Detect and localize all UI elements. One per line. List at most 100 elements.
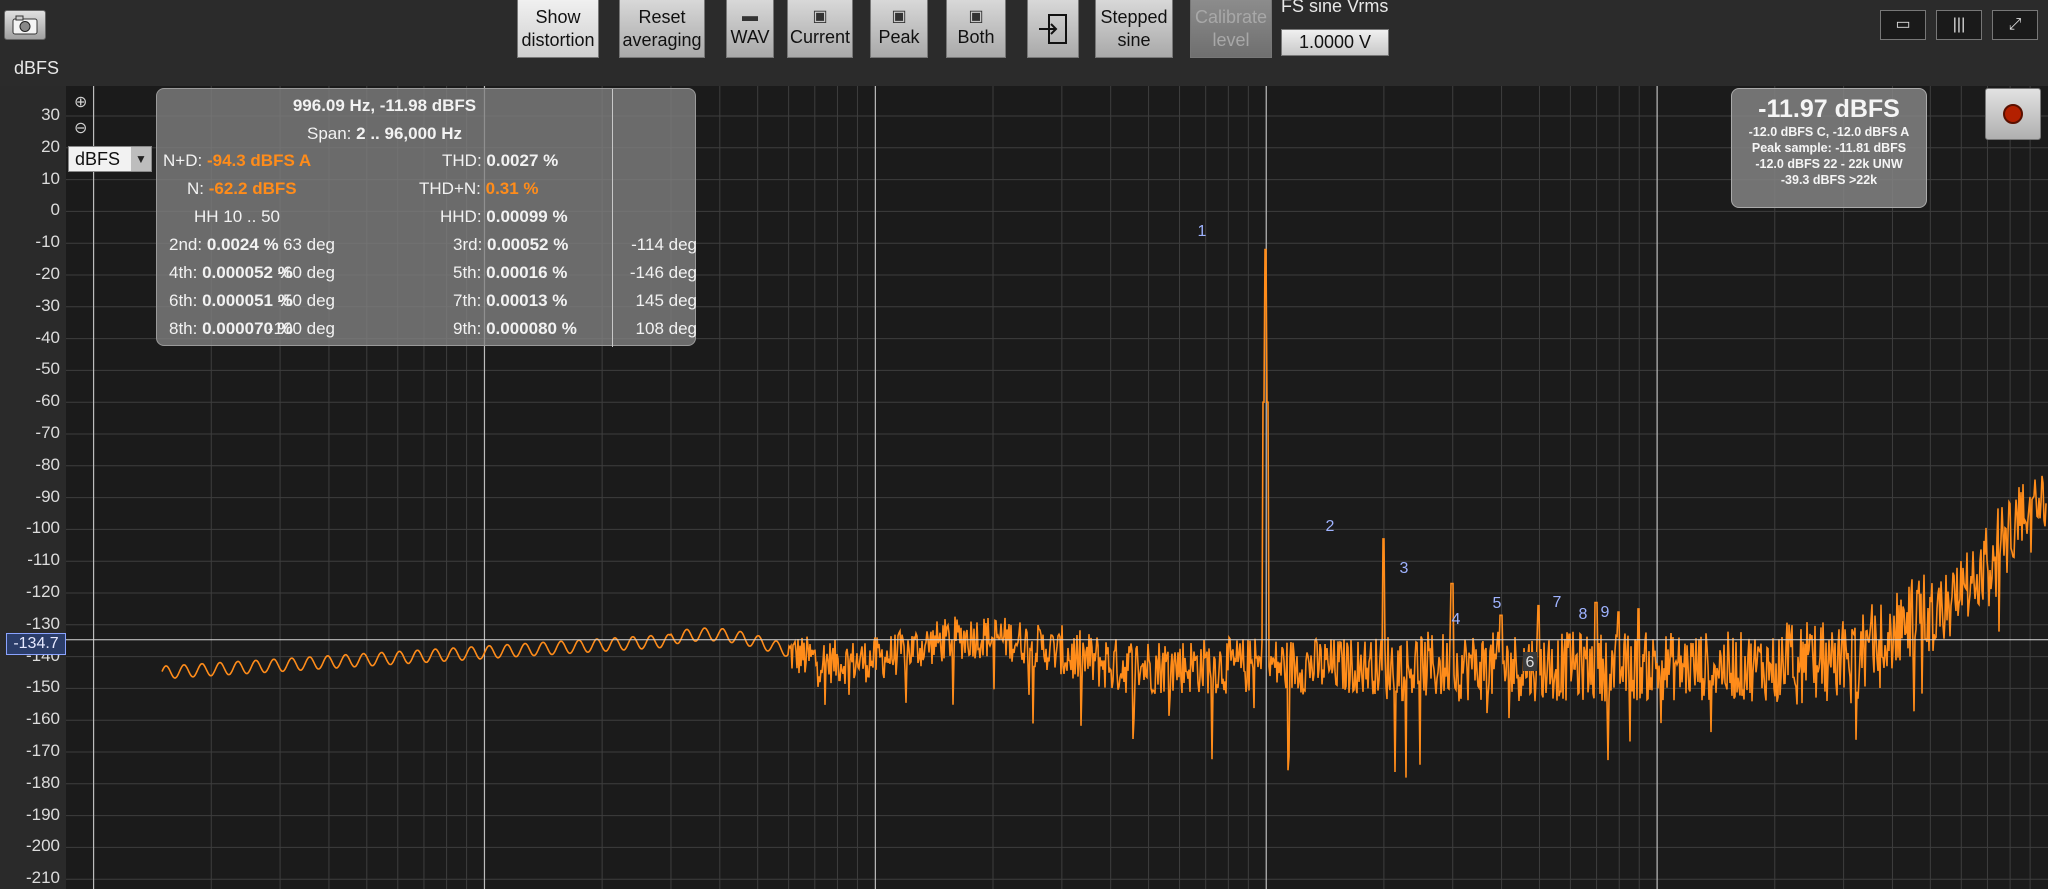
noise-row: N: -62.2 dBFS bbox=[187, 179, 297, 199]
y-tick-label: -210 bbox=[25, 868, 60, 888]
y-tick-label: 30 bbox=[41, 105, 60, 124]
harmonic-phase: 63 deg bbox=[283, 235, 335, 254]
harmonic-marker-2: 2 bbox=[1326, 518, 1335, 535]
camera-icon[interactable] bbox=[4, 10, 46, 40]
harmonic-phase: -146 deg bbox=[629, 263, 697, 282]
thdn-label: THD+N: bbox=[419, 179, 481, 198]
y-tick-label: -60 bbox=[35, 391, 60, 411]
cursor-readout[interactable]: -134.7 bbox=[6, 633, 66, 655]
zoom-out-icon[interactable]: ⊖ bbox=[74, 118, 87, 138]
unit-select[interactable]: dBFS ▼ bbox=[68, 146, 152, 172]
y-tick-label: -180 bbox=[25, 772, 60, 792]
thd-value: 0.0027 % bbox=[486, 151, 559, 170]
show-distortion-button[interactable]: Show distortion bbox=[517, 0, 599, 58]
y-tick-label: -40 bbox=[35, 327, 60, 347]
reset-averaging-label-1: Reset bbox=[638, 6, 686, 27]
wav-button[interactable]: ▬ WAV bbox=[726, 0, 774, 58]
harmonic-percent: 0.00052 % bbox=[487, 235, 569, 254]
record-button[interactable] bbox=[1985, 88, 2041, 140]
level-line-1: -12.0 dBFS C, -12.0 dBFS A bbox=[1748, 125, 1910, 139]
fs-sine-label: FS sine Vrms bbox=[1281, 0, 1389, 16]
toolbar: Show distortion Reset averaging ▬ WAV ▣ … bbox=[0, 0, 2048, 86]
y-tick-label: 10 bbox=[41, 168, 60, 188]
y-axis-unit: dBFS bbox=[14, 58, 60, 78]
fs-sine-input[interactable]: 1.0000 V bbox=[1281, 29, 1389, 56]
hhd-row: HHD: 0.00099 % bbox=[440, 207, 568, 227]
wav-label: WAV bbox=[730, 27, 770, 47]
harmonic-marker-3: 3 bbox=[1400, 560, 1409, 577]
harmonic-phase: -100 deg bbox=[267, 319, 335, 338]
input-arrow-icon bbox=[1039, 13, 1067, 44]
wav-icon: ▬ bbox=[742, 8, 758, 25]
input-select-button[interactable] bbox=[1027, 0, 1079, 58]
reset-averaging-button[interactable]: Reset averaging bbox=[619, 0, 705, 58]
harmonic-label: 8th: bbox=[169, 319, 203, 338]
fullscreen-icon[interactable]: ⤢ bbox=[1992, 10, 2038, 40]
harmonic-label: 3rd: bbox=[453, 235, 488, 254]
nd-value: -94.3 dBFS A bbox=[206, 151, 312, 170]
level-main: -11.97 dBFS bbox=[1758, 95, 1900, 123]
harmonic-label: 9th: bbox=[453, 319, 487, 338]
nd-label: N+D: bbox=[163, 151, 203, 170]
harmonic-marker-1: 1 bbox=[1198, 223, 1207, 240]
thdn-value: 0.31 % bbox=[485, 179, 539, 198]
harmonic-value: 9th: 0.000080 % bbox=[453, 319, 577, 339]
y-tick-label: -10 bbox=[35, 232, 60, 252]
span-label: Span: bbox=[306, 124, 352, 143]
current-label: Current bbox=[789, 27, 851, 47]
y-tick-label: -20 bbox=[35, 264, 60, 283]
window-mode-icon[interactable]: ▭ bbox=[1880, 10, 1926, 40]
grid-layout-icon[interactable]: ||| bbox=[1936, 10, 1982, 40]
y-tick-label: -100 bbox=[25, 518, 60, 538]
level-panel: -11.97 dBFS -12.0 dBFS C, -12.0 dBFS A P… bbox=[1731, 88, 1927, 208]
span-row: Span: 2 .. 96,000 Hz bbox=[157, 124, 612, 144]
thd-row: THD: 0.0027 % bbox=[442, 151, 558, 171]
y-tick-label: -70 bbox=[35, 423, 60, 442]
harmonic-percent: 0.00016 % bbox=[486, 263, 568, 282]
level-line-2: Peak sample: -11.81 dBFS bbox=[1751, 141, 1907, 155]
harmonic-marker-6: 6 bbox=[1526, 654, 1535, 671]
harmonic-percent: 0.000080 % bbox=[486, 319, 577, 338]
harmonic-marker-9: 9 bbox=[1601, 604, 1610, 621]
show-distortion-label-2: distortion bbox=[521, 29, 595, 50]
peak-label: Peak bbox=[878, 27, 920, 47]
y-tick-label: -90 bbox=[35, 486, 60, 506]
stepped-sine-label-2: sine bbox=[1117, 29, 1151, 50]
y-tick-label: -200 bbox=[25, 836, 60, 856]
y-tick-label: 20 bbox=[41, 136, 60, 156]
hh-range: HH 10 .. 50 bbox=[194, 207, 280, 226]
fundamental-readout: 996.09 Hz, -11.98 dBFS bbox=[292, 96, 477, 115]
harmonic-marker-7: 7 bbox=[1553, 594, 1562, 611]
y-tick-label: -170 bbox=[25, 741, 60, 760]
reset-averaging-label-2: averaging bbox=[622, 29, 702, 50]
harmonic-value: 5th: 0.00016 % bbox=[453, 263, 567, 283]
nd-row: N+D: -94.3 dBFS A bbox=[163, 151, 311, 171]
distortion-panel: 996.09 Hz, -11.98 dBFS Span: 2 .. 96,000… bbox=[156, 88, 697, 347]
hhd-label: HHD: bbox=[440, 207, 482, 226]
thdn-row: THD+N: 0.31 % bbox=[419, 179, 539, 199]
calibrate-level-button[interactable]: Calibrate level bbox=[1190, 0, 1272, 58]
zoom-in-icon[interactable]: ⊕ bbox=[74, 92, 87, 112]
calibrate-label-2: level bbox=[1212, 29, 1250, 50]
hhd-value: 0.00099 % bbox=[486, 207, 568, 226]
both-label: Both bbox=[957, 27, 995, 47]
record-icon bbox=[2003, 104, 2023, 124]
harmonic-phase: 108 deg bbox=[635, 319, 697, 338]
span-value: 2 .. 96,000 Hz bbox=[356, 124, 462, 143]
noise-label: N: bbox=[187, 179, 204, 198]
y-tick-label: -30 bbox=[35, 295, 60, 315]
harmonic-phase: -50 deg bbox=[277, 291, 335, 310]
harmonic-label: 4th: bbox=[169, 263, 203, 282]
save-current-button[interactable]: ▣ Current bbox=[787, 0, 853, 58]
noise-value: -62.2 dBFS bbox=[208, 179, 297, 198]
level-line-3: -12.0 dBFS 22 - 22k UNW bbox=[1755, 157, 1903, 171]
y-tick-label: -160 bbox=[25, 709, 60, 729]
save-both-button[interactable]: ▣ Both bbox=[946, 0, 1006, 58]
harmonic-value: 3rd: 0.00052 % bbox=[453, 235, 568, 255]
stepped-sine-label-1: Stepped bbox=[1100, 6, 1168, 27]
panel-divider bbox=[612, 89, 613, 347]
stepped-sine-button[interactable]: Stepped sine bbox=[1095, 0, 1173, 58]
harmonic-phase: 145 deg bbox=[635, 291, 697, 310]
save-peak-button[interactable]: ▣ Peak bbox=[870, 0, 928, 58]
save-icon: ▣ bbox=[812, 8, 828, 25]
